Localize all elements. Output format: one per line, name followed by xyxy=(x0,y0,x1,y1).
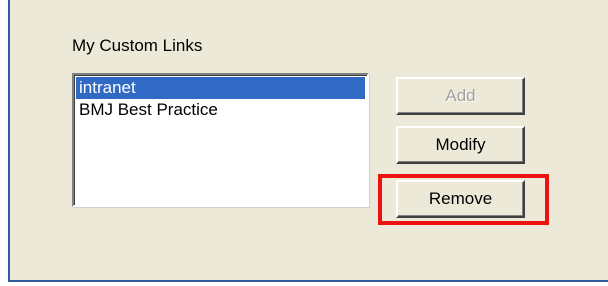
list-item-intranet[interactable]: intranet xyxy=(76,77,365,99)
modify-button[interactable]: Modify xyxy=(396,126,525,164)
add-button[interactable]: Add xyxy=(396,77,525,115)
remove-highlight-annotation xyxy=(378,174,549,225)
custom-links-panel: My Custom Links intranet BMJ Best Practi… xyxy=(8,0,608,282)
custom-links-label: My Custom Links xyxy=(72,36,203,55)
list-item-bmj-best-practice[interactable]: BMJ Best Practice xyxy=(76,99,365,121)
custom-links-listbox[interactable]: intranet BMJ Best Practice xyxy=(72,73,369,207)
